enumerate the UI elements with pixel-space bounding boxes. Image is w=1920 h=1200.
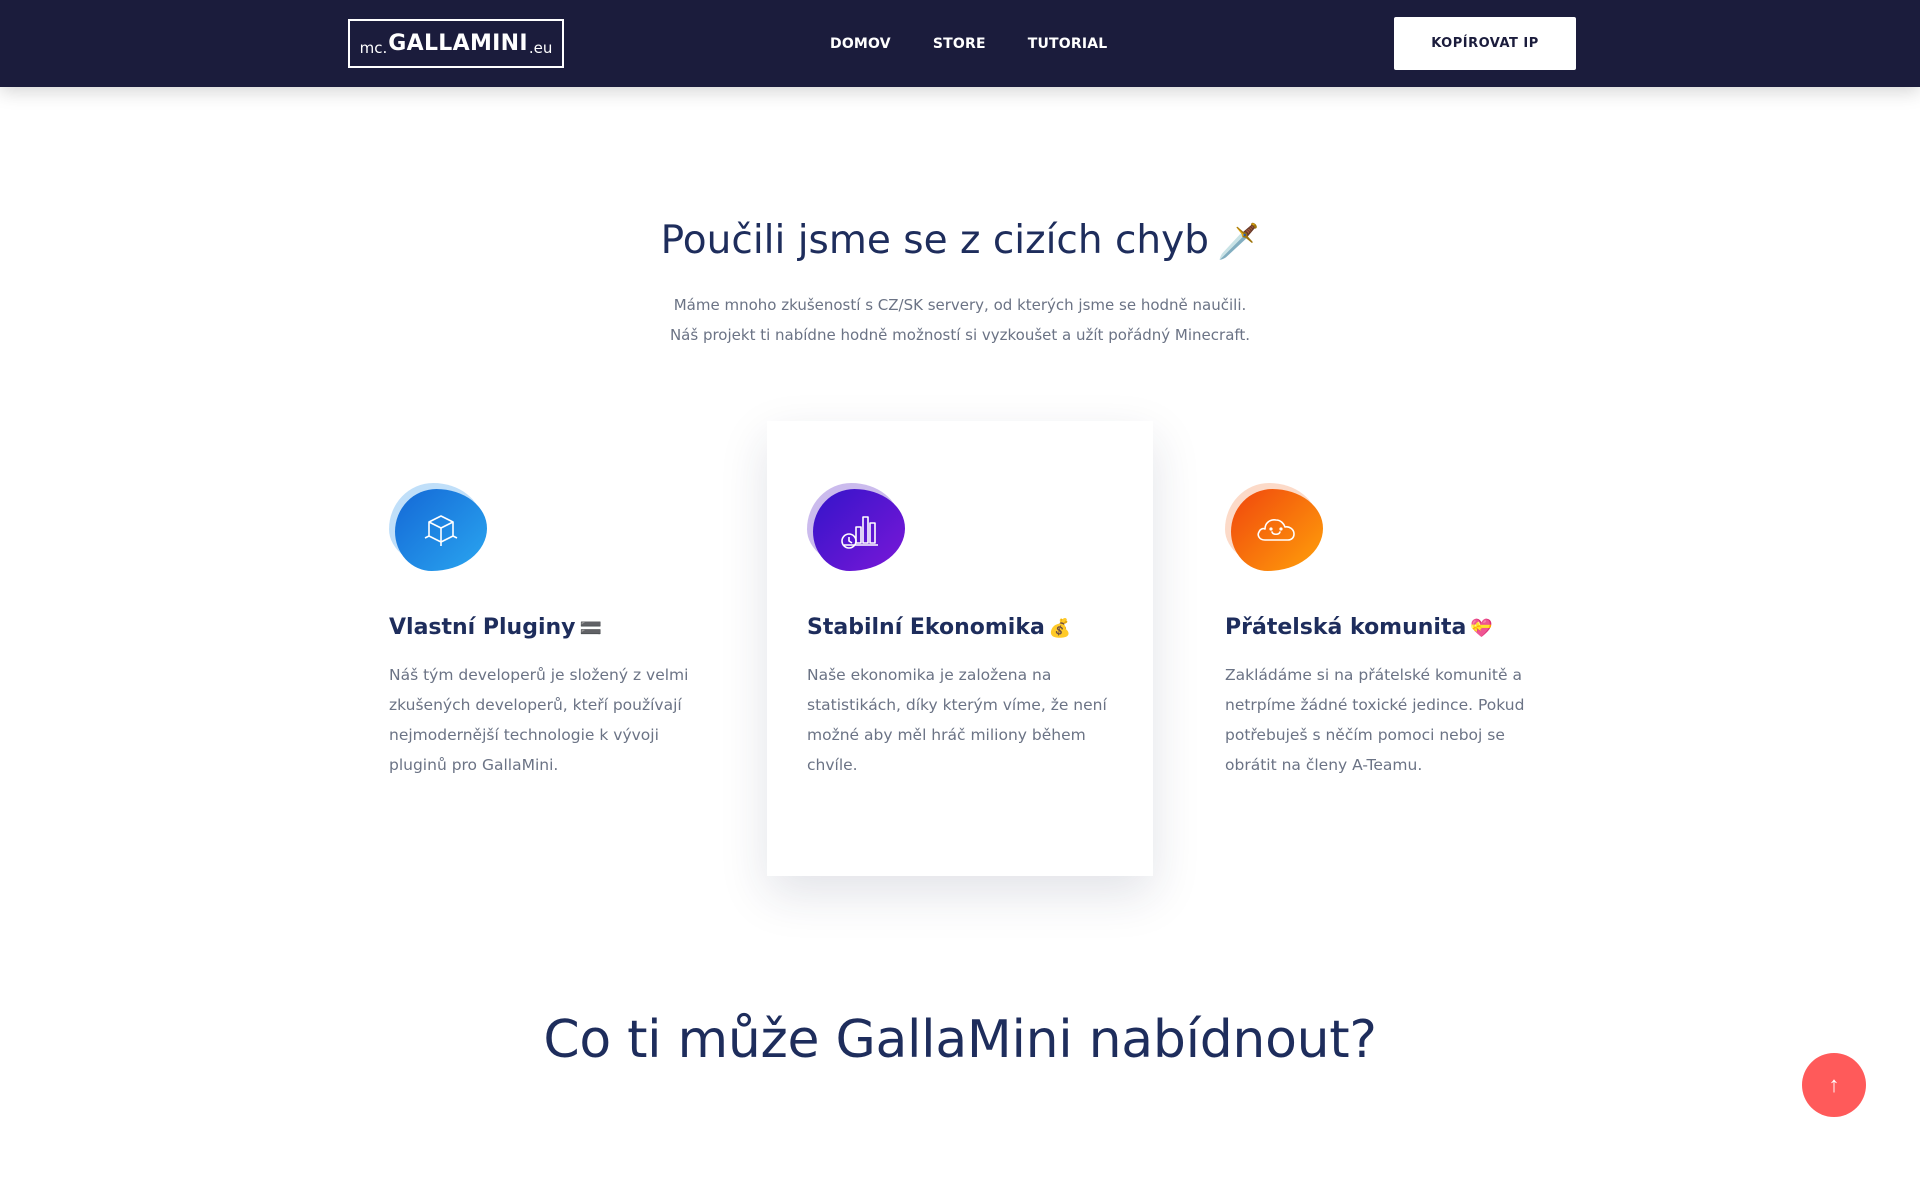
- scroll-to-top-button[interactable]: ↑: [1802, 1053, 1866, 1117]
- nav-link-tutorial[interactable]: TUTORIAL: [1028, 36, 1108, 52]
- feature-icon-badge: [807, 483, 907, 573]
- nav-link-store[interactable]: STORE: [933, 36, 986, 52]
- offer-section-title: Co ti může GallaMini nabídnout?: [543, 1010, 1377, 1070]
- feature-card-economy: Stabilní Ekonomika 💰 Naše ekonomika je za…: [767, 421, 1153, 876]
- logo-main: GALLAMINI: [388, 31, 528, 56]
- section-title: Poučili jsme se z cizích chyb 🗡️: [0, 218, 1920, 263]
- feature-icon-badge: [1225, 483, 1325, 573]
- feature-card-community: Přátelská komunita 💝 Zakládáme si na přát…: [1185, 421, 1571, 876]
- main-nav: DOMOV STORE TUTORIAL: [830, 0, 1149, 87]
- feature-icon-badge: [389, 483, 489, 573]
- feature-emoji: 💝: [1470, 618, 1493, 639]
- cloud-icon: [1231, 489, 1323, 571]
- feature-card-plugins: Vlastní Pluginy 🟰 Náš tým developerů je s…: [349, 421, 735, 876]
- nav-link-domov[interactable]: DOMOV: [830, 36, 891, 52]
- feature-emoji: 💰: [1048, 618, 1072, 639]
- feature-description: Zakládáme si na přátelské komunitě a net…: [1225, 666, 1525, 774]
- feature-title: Stabilní Ekonomika 💰: [807, 615, 1113, 640]
- feature-title: Přátelská komunita 💝: [1225, 615, 1531, 640]
- copy-ip-button[interactable]: KOPÍROVAT IP: [1394, 17, 1576, 70]
- subtitle-line-2: Náš projekt ti nabídne hodně možností si…: [669, 326, 1251, 344]
- feature-description: Naše ekonomika je založena na statistiká…: [807, 666, 1107, 774]
- feature-title-text: Stabilní Ekonomika: [807, 615, 1045, 640]
- section-title-text: Poučili jsme se z cizích chyb: [660, 218, 1209, 263]
- cube-icon: [395, 489, 487, 571]
- arrow-up-icon: ↑: [1828, 1072, 1840, 1097]
- feature-title-text: Vlastní Pluginy: [389, 615, 576, 640]
- navbar: mc. GALLAMINI .eu DOMOV STORE TUTORIAL K…: [0, 0, 1920, 87]
- dagger-emoji: 🗡️: [1216, 222, 1260, 262]
- logo-suffix: .eu: [528, 38, 553, 57]
- subtitle-line-1: Máme mnoho zkušeností s CZ/SK servery, o…: [673, 296, 1247, 314]
- section-subtitle: Máme mnoho zkušeností s CZ/SK servery, o…: [0, 290, 1920, 350]
- feature-title: Vlastní Pluginy 🟰: [389, 615, 695, 640]
- logo-prefix: mc.: [359, 38, 388, 57]
- site-logo[interactable]: mc. GALLAMINI .eu: [348, 19, 564, 68]
- feature-description: Náš tým developerů je složený z velmi zk…: [389, 666, 689, 774]
- feature-emoji: 🟰: [579, 618, 602, 639]
- chart-icon: [813, 489, 905, 571]
- feature-title-text: Přátelská komunita: [1225, 615, 1467, 640]
